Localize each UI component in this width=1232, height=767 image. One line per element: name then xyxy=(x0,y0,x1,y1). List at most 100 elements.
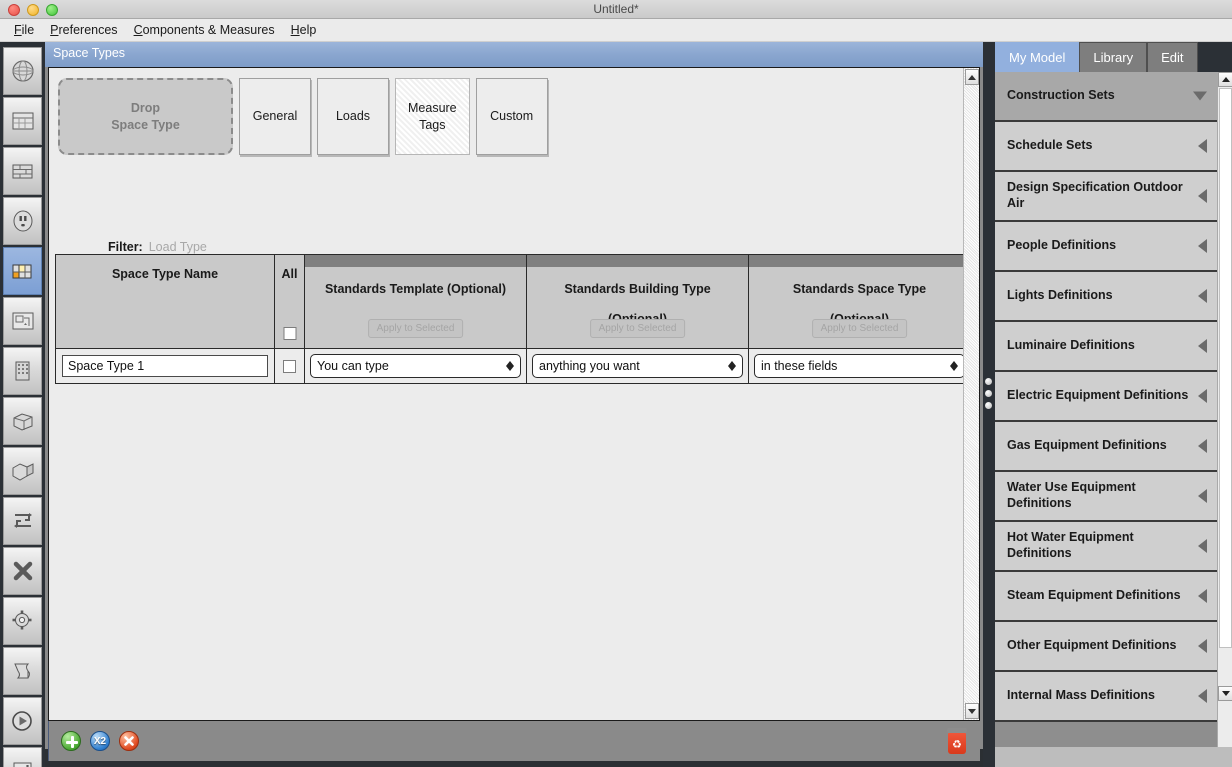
select-all-checkbox[interactable] xyxy=(283,327,296,340)
spaces-icon[interactable] xyxy=(3,397,42,445)
panel-splitter[interactable] xyxy=(983,42,995,767)
run-simulation-icon[interactable] xyxy=(3,697,42,745)
sidebar-vertical-scrollbar[interactable] xyxy=(1217,72,1232,767)
sidebar-item-people-definitions[interactable]: People Definitions xyxy=(995,222,1217,272)
column-header-standards-template-label: Standards Template (Optional) xyxy=(324,282,507,296)
scroll-up-arrow-icon[interactable] xyxy=(965,69,979,85)
panel-body: Drop Space Type General Loads Measure Ta… xyxy=(48,67,980,721)
chevron-left-icon xyxy=(1198,339,1207,353)
sidebar-scroll-up-arrow-icon[interactable] xyxy=(1218,72,1232,87)
standards-building-type-value: anything you want xyxy=(539,359,640,373)
apply-to-selected-standards-template-button[interactable]: Apply to Selected xyxy=(367,319,464,338)
chevron-left-icon xyxy=(1198,589,1207,603)
tab-loads-label: Loads xyxy=(335,109,371,124)
tab-library[interactable]: Library xyxy=(1079,42,1148,72)
schedules-icon[interactable] xyxy=(3,97,42,145)
grid-bottom-toolbar: X2 ♻ xyxy=(48,721,980,761)
sidebar-item-label: Electric Equipment Definitions xyxy=(1007,388,1189,403)
chevron-left-icon xyxy=(1198,439,1207,453)
drop-space-type-zone[interactable]: Drop Space Type xyxy=(58,78,233,155)
measures-script-icon[interactable] xyxy=(3,647,42,695)
tab-general[interactable]: General xyxy=(239,78,311,155)
facility-plan-icon[interactable] xyxy=(3,297,42,345)
main-content: Space Types Drop Space Type General Load… xyxy=(45,42,983,761)
site-icon[interactable] xyxy=(3,47,42,95)
column-header-standards-building-type-label1: Standards Building Type xyxy=(564,282,711,296)
close-icon xyxy=(124,736,134,746)
space-type-name-input[interactable] xyxy=(62,355,268,377)
sidebar-item-label: Internal Mass Definitions xyxy=(1007,688,1155,703)
tab-edit[interactable]: Edit xyxy=(1147,42,1198,72)
menu-preferences[interactable]: Preferences xyxy=(42,21,125,39)
chevron-updown-icon xyxy=(728,361,736,371)
sidebar-item-label: Lights Definitions xyxy=(1007,288,1113,303)
sidebar-scroll-thumb[interactable] xyxy=(1219,88,1232,648)
standards-space-type-select[interactable]: in these fields xyxy=(754,354,965,378)
sidebar-item-water-use-equipment-definitions[interactable]: Water Use Equipment Definitions xyxy=(995,472,1217,522)
tab-measure-tags[interactable]: Measure Tags xyxy=(395,78,470,155)
standards-template-select[interactable]: You can type xyxy=(310,354,521,378)
simulation-settings-icon[interactable] xyxy=(3,597,42,645)
tab-my-model-label: My Model xyxy=(1009,50,1066,65)
apply-to-selected-standards-building-type-button[interactable]: Apply to Selected xyxy=(589,319,686,338)
right-sidebar: My Model Library Edit Construction Sets … xyxy=(995,42,1232,767)
results-summary-icon[interactable] xyxy=(3,747,42,767)
menu-components-measures[interactable]: Components & Measures xyxy=(126,21,283,39)
building-icon[interactable] xyxy=(3,347,42,395)
remove-space-type-button[interactable] xyxy=(119,731,139,751)
sidebar-item-gas-equipment-definitions[interactable]: Gas Equipment Definitions xyxy=(995,422,1217,472)
column-header-strip xyxy=(749,255,970,267)
sidebar-item-electric-equipment-definitions[interactable]: Electric Equipment Definitions xyxy=(995,372,1217,422)
recycle-icon: ♻ xyxy=(952,739,962,751)
filter-row: Filter: Load Type xyxy=(108,240,207,254)
sidebar-item-other-equipment-definitions[interactable]: Other Equipment Definitions xyxy=(995,622,1217,672)
purge-unused-objects-button[interactable]: ♻ xyxy=(946,728,968,754)
add-space-type-button[interactable] xyxy=(61,731,81,751)
sidebar-item-schedule-sets[interactable]: Schedule Sets xyxy=(995,122,1217,172)
column-header-standards-space-type: Standards Space Type (Optional) Apply to… xyxy=(749,254,971,349)
standards-template-value: You can type xyxy=(317,359,389,373)
chevron-left-icon xyxy=(1198,689,1207,703)
sidebar-item-design-specification-outdoor-air[interactable]: Design Specification Outdoor Air xyxy=(995,172,1217,222)
column-header-all-label: All xyxy=(281,267,298,281)
column-header-strip xyxy=(527,255,748,267)
loads-icon[interactable] xyxy=(3,197,42,245)
filter-placeholder-text: Load Type xyxy=(148,240,207,254)
hvac-systems-icon[interactable] xyxy=(3,497,42,545)
sidebar-list[interactable]: Construction Sets Schedule Sets Design S… xyxy=(995,72,1217,767)
duplicate-space-type-button[interactable]: X2 xyxy=(90,731,110,751)
variables-icon[interactable] xyxy=(3,547,42,595)
menu-file[interactable]: File xyxy=(6,21,42,39)
cell-standards-template: You can type xyxy=(305,349,527,384)
cell-row-select xyxy=(275,349,305,384)
cell-space-type-name xyxy=(55,349,275,384)
tab-loads[interactable]: Loads xyxy=(317,78,389,155)
sidebar-item-hot-water-equipment-definitions[interactable]: Hot Water Equipment Definitions xyxy=(995,522,1217,572)
thermal-zones-icon[interactable] xyxy=(3,447,42,495)
menu-bar: File Preferences Components & Measures H… xyxy=(0,19,1232,42)
cell-standards-space-type: in these fields xyxy=(749,349,971,384)
column-header-space-type-name-label: Space Type Name xyxy=(111,267,219,281)
chevron-down-icon xyxy=(1193,91,1207,101)
apply-to-selected-standards-space-type-button[interactable]: Apply to Selected xyxy=(811,319,908,338)
constructions-icon[interactable] xyxy=(3,147,42,195)
tab-custom[interactable]: Custom xyxy=(475,78,548,155)
sidebar-scroll-down-arrow-icon[interactable] xyxy=(1218,686,1232,701)
tab-my-model[interactable]: My Model xyxy=(995,42,1080,72)
menu-help[interactable]: Help xyxy=(283,21,325,39)
sidebar-item-steam-equipment-definitions[interactable]: Steam Equipment Definitions xyxy=(995,572,1217,622)
sidebar-item-lights-definitions[interactable]: Lights Definitions xyxy=(995,272,1217,322)
sidebar-item-internal-mass-definitions[interactable]: Internal Mass Definitions xyxy=(995,672,1217,722)
tab-measure-tags-line2: Tags xyxy=(419,117,446,132)
scroll-down-arrow-icon[interactable] xyxy=(965,703,979,719)
sidebar-item-luminaire-definitions[interactable]: Luminaire Definitions xyxy=(995,322,1217,372)
standards-building-type-select[interactable]: anything you want xyxy=(532,354,743,378)
table-row: You can type anything you want in these … xyxy=(55,349,971,384)
space-types-icon[interactable] xyxy=(3,247,42,295)
content-vertical-scrollbar[interactable] xyxy=(963,68,979,720)
column-header-standards-space-type-label1: Standards Space Type xyxy=(792,282,927,296)
chevron-updown-icon xyxy=(506,361,514,371)
sidebar-item-construction-sets[interactable]: Construction Sets xyxy=(995,72,1217,122)
row-select-checkbox[interactable] xyxy=(283,359,296,373)
sidebar-item-label: Gas Equipment Definitions xyxy=(1007,438,1167,453)
